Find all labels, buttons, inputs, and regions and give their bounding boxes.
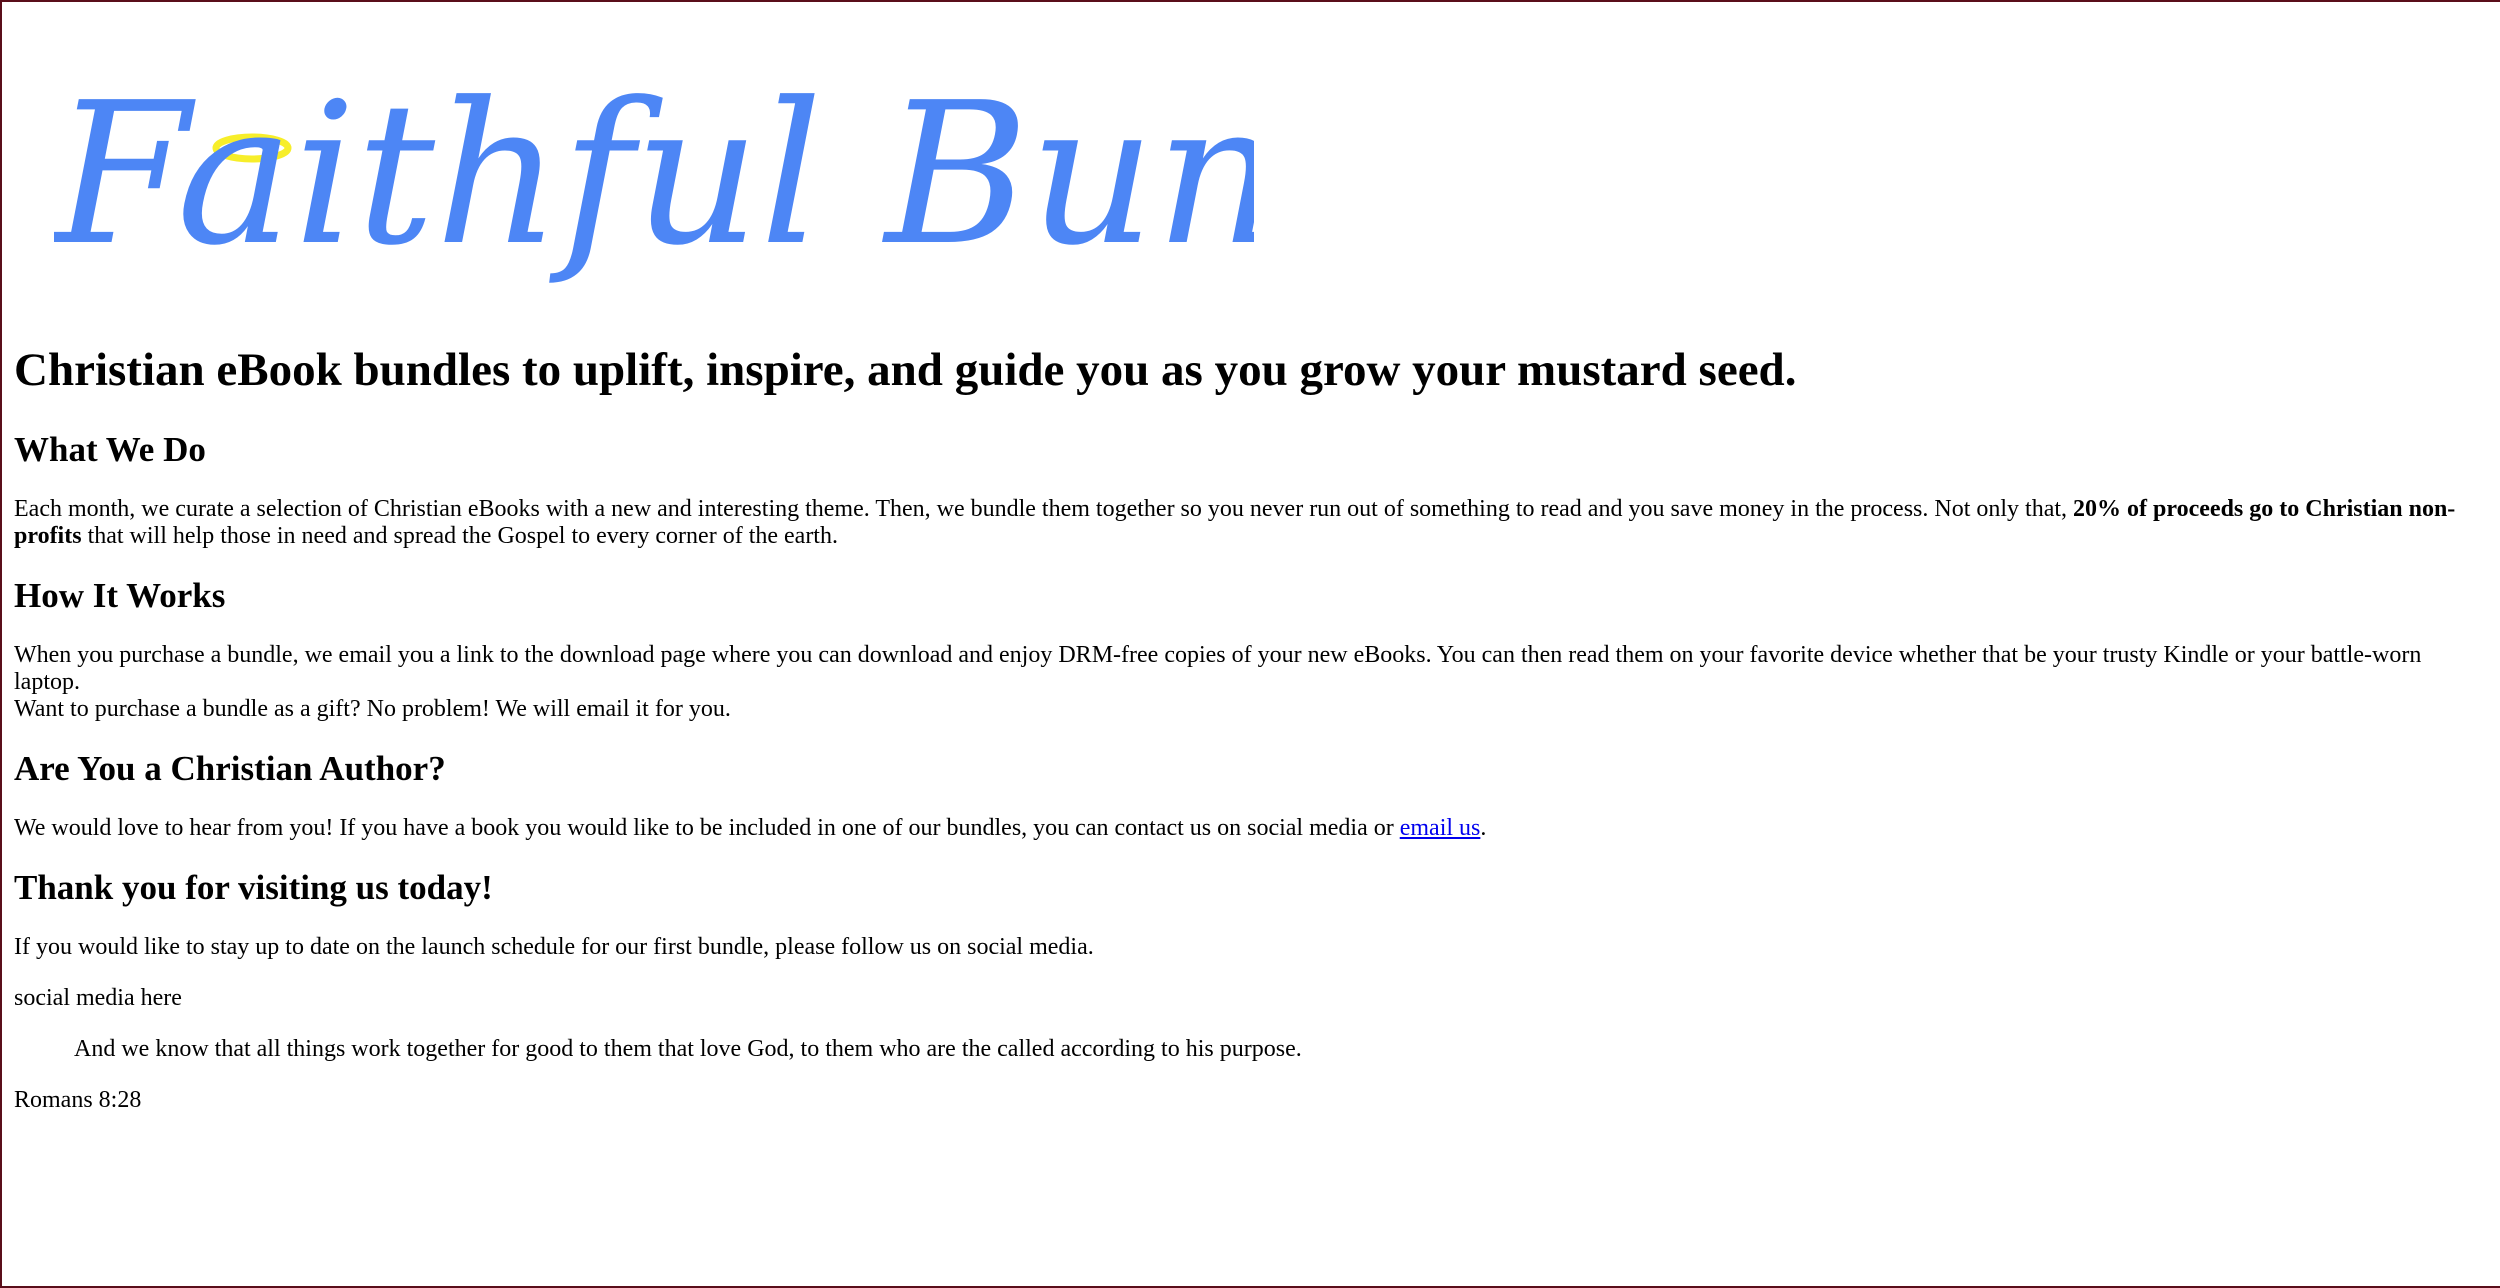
christian-author-heading: Are You a Christian Author?: [14, 749, 446, 788]
how-it-works-heading: How It Works: [14, 576, 226, 615]
hero-headline: Christian eBook bundles to uplift, inspi…: [14, 344, 1797, 396]
how-it-works-line-1: When you purchase a bundle, we email you…: [14, 642, 2422, 695]
logo-text: Faithful Bundles: [54, 72, 1254, 289]
verse-quote: And we know that all things work togethe…: [74, 1036, 1302, 1062]
email-us-link[interactable]: email us: [1400, 815, 1481, 841]
what-we-do-text-after: that will help those in need and spread …: [81, 523, 838, 549]
main-content: Christian eBook bundles to uplift, inspi…: [14, 340, 2484, 1114]
logo: Faithful Bundles: [54, 72, 1254, 312]
thank-you-heading: Thank you for visiting us today!: [14, 868, 493, 907]
how-it-works-line-2: Want to purchase a bundle as a gift? No …: [14, 696, 731, 722]
thank-you-text: If you would like to stay up to date on …: [14, 934, 1094, 960]
author-text-before: We would love to hear from you! If you h…: [14, 815, 1400, 841]
social-media-placeholder: social media here: [14, 985, 182, 1011]
author-text-after: .: [1480, 815, 1487, 841]
verse-citation: Romans 8:28: [14, 1087, 142, 1113]
what-we-do-text-before: Each month, we curate a selection of Chr…: [14, 496, 2074, 522]
christian-author-text: We would love to hear from you! If you h…: [14, 815, 2484, 842]
what-we-do-text: Each month, we curate a selection of Chr…: [14, 496, 2484, 550]
what-we-do-heading: What We Do: [14, 430, 206, 469]
logo-image: Faithful Bundles: [54, 72, 1254, 289]
how-it-works-text: When you purchase a bundle, we email you…: [14, 642, 2484, 723]
